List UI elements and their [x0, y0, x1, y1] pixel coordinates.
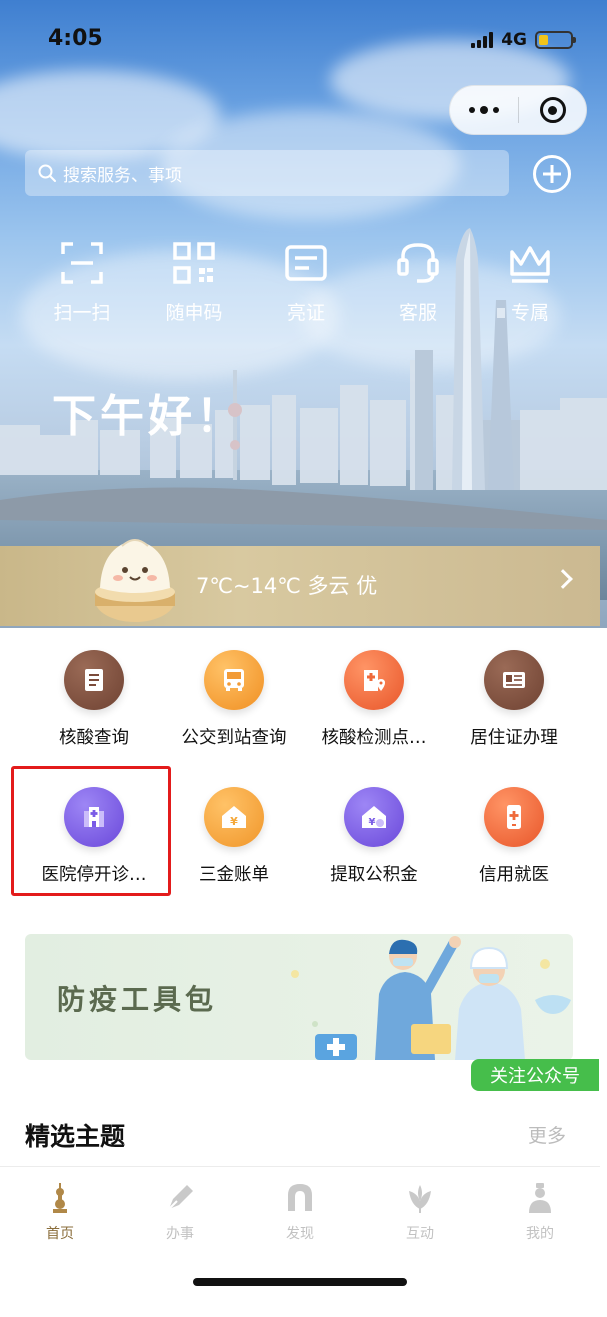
add-button[interactable]: [533, 155, 571, 193]
scan-icon: [61, 242, 103, 284]
quick-action-exclusive[interactable]: 专属: [474, 240, 586, 325]
person-icon: [529, 1183, 551, 1213]
quick-action-scan[interactable]: 扫一扫: [26, 240, 138, 325]
service-label: 公交到站查询: [181, 728, 287, 748]
service-row: 核酸查询 公交到站查询 核酸检测点… 居住证办理: [24, 650, 584, 749]
service-icon-badge: [484, 787, 544, 847]
status-time: 4:05: [48, 26, 103, 51]
network-type: 4G: [501, 30, 527, 50]
battery-icon: [535, 31, 576, 49]
crown-icon: [510, 246, 550, 283]
featured-topics-title: 精选主题: [25, 1122, 126, 1151]
service-bus-arrival[interactable]: 公交到站查询: [164, 650, 304, 749]
service-icon-badge: [204, 650, 264, 710]
id-card-icon: [285, 245, 327, 281]
home-indicator: [193, 1278, 407, 1286]
quick-action-qr-code[interactable]: 随申码: [138, 240, 250, 325]
tab-home[interactable]: 首页: [0, 1167, 120, 1256]
quick-action-customer-service[interactable]: 客服: [362, 240, 474, 325]
status-indicators: 4G: [471, 30, 576, 50]
more-link[interactable]: 更多: [528, 1121, 566, 1148]
service-icon-badge: [344, 650, 404, 710]
service-label: 核酸查询: [59, 728, 129, 748]
medical-phone-icon: [507, 805, 521, 829]
service-label: 三金账单: [199, 865, 269, 885]
follow-official-account-button[interactable]: 关注公众号: [471, 1059, 599, 1091]
weather-text: 7℃~14℃ 多云 优: [196, 574, 378, 598]
quick-action-show-id[interactable]: 亮证: [250, 240, 362, 325]
hospital-location-icon: [364, 670, 385, 691]
epidemic-toolkit-banner[interactable]: 防疫工具包: [25, 934, 573, 1060]
tab-profile[interactable]: 我的: [480, 1167, 600, 1256]
service-icon-badge: ¥: [344, 787, 404, 847]
selection-highlight: [11, 766, 171, 896]
service-credit-medical[interactable]: 信用就医: [444, 787, 584, 886]
service-nucleic-acid-query[interactable]: 核酸查询: [24, 650, 164, 749]
tab-interact[interactable]: 互动: [360, 1167, 480, 1256]
tab-label: 办事: [166, 1226, 194, 1242]
service-testing-sites[interactable]: 核酸检测点…: [304, 650, 444, 749]
bottom-tab-bar: 首页 办事 发现 互动 我的: [0, 1166, 600, 1256]
tab-services[interactable]: 办事: [120, 1167, 240, 1256]
service-withdraw-housing-fund[interactable]: ¥ 提取公积金: [304, 787, 444, 886]
service-label: 信用就医: [479, 865, 549, 885]
bus-icon: [224, 669, 244, 691]
document-icon: [85, 669, 103, 691]
tab-label: 首页: [46, 1226, 74, 1242]
banner-title: 防疫工具包: [57, 983, 218, 1016]
service-residence-permit[interactable]: 居住证办理: [444, 650, 584, 749]
tab-label: 互动: [406, 1226, 434, 1242]
miniprogram-capsule: [449, 85, 587, 135]
more-options-icon[interactable]: [450, 86, 518, 134]
signal-icon: [471, 32, 494, 48]
service-label: 提取公积金: [330, 865, 418, 885]
quick-actions: 扫一扫 随申码 亮证 客服 专属: [26, 240, 586, 325]
chevron-right-icon: [553, 569, 573, 589]
greeting-text: 下午好！: [52, 391, 244, 442]
service-label: 居住证办理: [470, 728, 558, 748]
fund-house-icon: ¥: [362, 806, 386, 828]
tab-label: 我的: [526, 1226, 554, 1242]
search-placeholder: 搜索服务、事项: [63, 165, 182, 186]
search-bar[interactable]: 搜索服务、事项: [25, 150, 509, 196]
arch-icon: [288, 1184, 312, 1211]
medical-staff-illustration: [291, 936, 571, 1060]
close-miniprogram-button[interactable]: [519, 97, 586, 123]
svg-text:¥: ¥: [369, 817, 376, 828]
home-tower-icon: [53, 1183, 67, 1213]
pen-icon: [168, 1185, 193, 1210]
weather-bar[interactable]: 7℃~14℃ 多云 优: [0, 546, 600, 626]
quick-action-label: 随申码: [165, 302, 223, 324]
service-three-funds-bill[interactable]: ¥ 三金账单: [164, 787, 304, 886]
tab-discover[interactable]: 发现: [240, 1167, 360, 1256]
tab-label: 发现: [286, 1226, 314, 1242]
service-icon-badge: [484, 650, 544, 710]
headset-icon: [397, 243, 439, 283]
dumpling-mascot-icon: [95, 539, 175, 622]
search-icon: [38, 164, 56, 182]
svg-text:¥: ¥: [230, 815, 238, 828]
id-card-icon: [503, 672, 525, 688]
service-icon-badge: ¥: [204, 787, 264, 847]
flower-icon: [409, 1185, 431, 1213]
quick-action-label: 客服: [398, 302, 437, 324]
money-house-icon: ¥: [222, 806, 246, 828]
service-label: 核酸检测点…: [321, 728, 427, 748]
quick-action-label: 专属: [510, 302, 549, 324]
qr-code-icon: [173, 242, 215, 284]
service-icon-badge: [64, 650, 124, 710]
quick-action-label: 扫一扫: [53, 302, 111, 324]
target-icon: [539, 97, 566, 123]
quick-action-label: 亮证: [286, 302, 325, 324]
